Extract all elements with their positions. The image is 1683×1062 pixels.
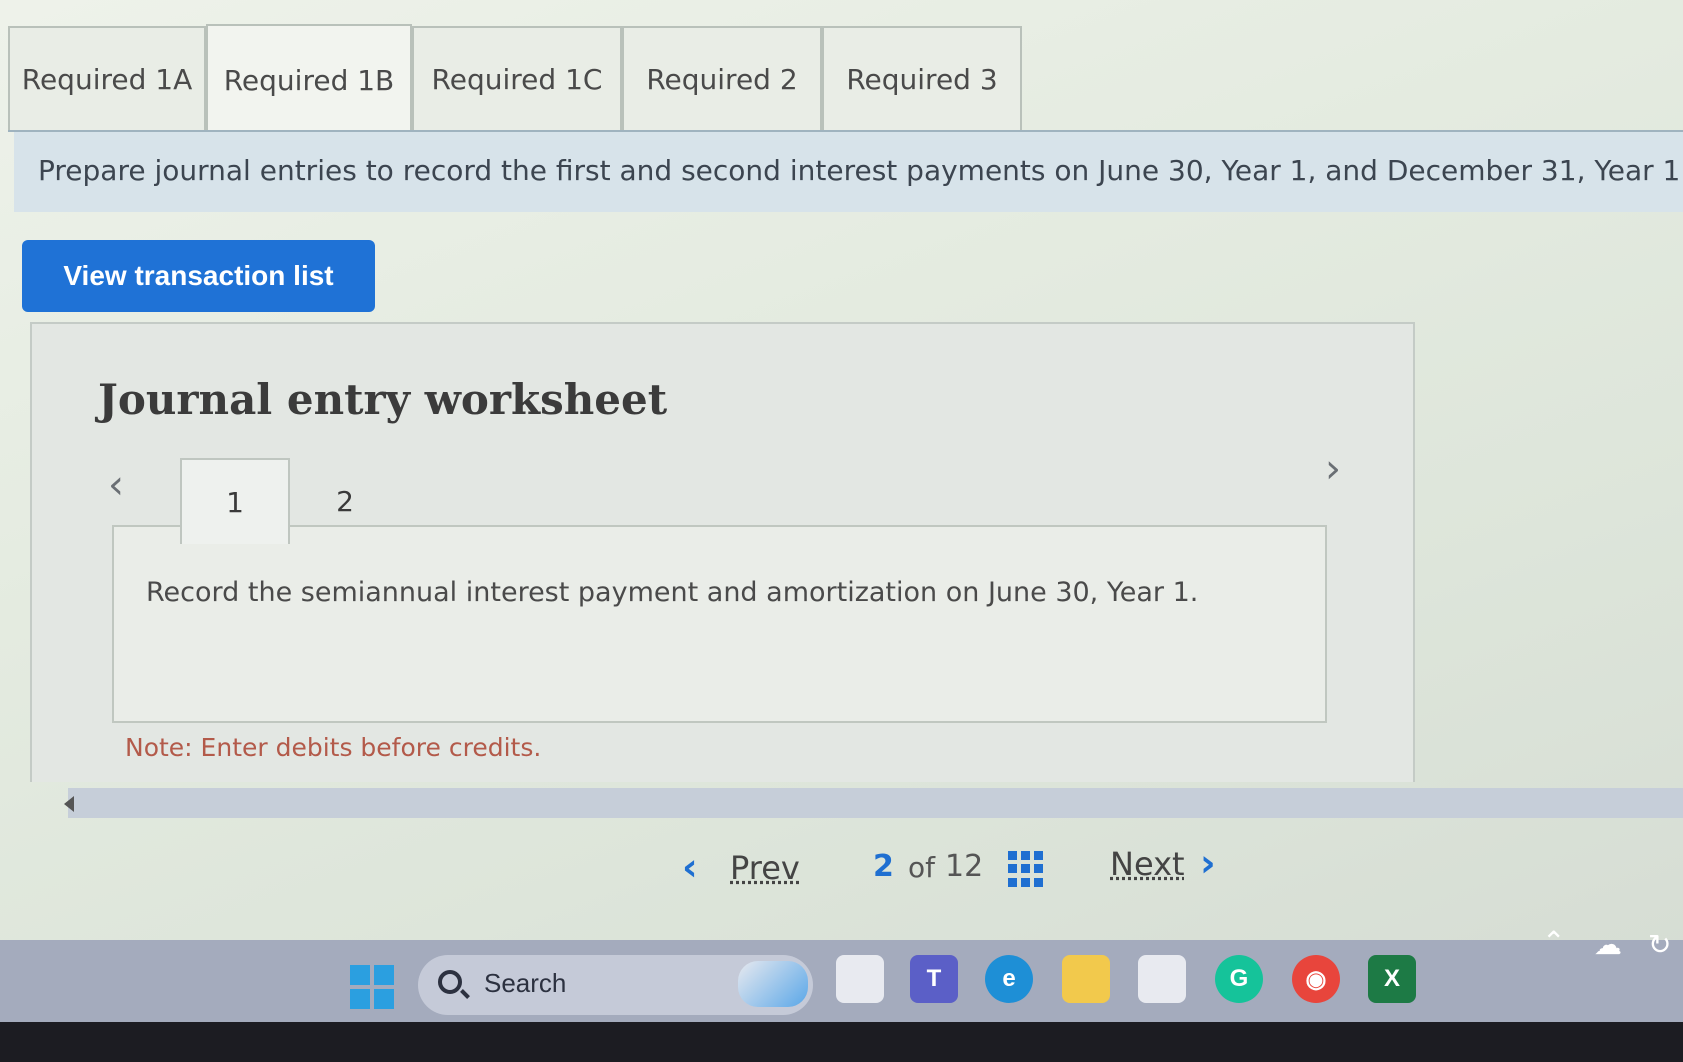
- screen-bezel: [0, 1022, 1683, 1062]
- onedrive-icon[interactable]: ☁: [1594, 928, 1622, 961]
- windows-start-icon[interactable]: [350, 965, 394, 1009]
- teams-icon[interactable]: T: [910, 955, 958, 1003]
- entry-description: Record the semiannual interest payment a…: [146, 577, 1199, 608]
- next-button[interactable]: Next: [1110, 845, 1185, 883]
- tab-required-1b[interactable]: Required 1B: [206, 24, 412, 134]
- task-view-icon[interactable]: [836, 955, 884, 1003]
- pagination: ‹ Prev 2 of 12 Next ›: [0, 841, 1683, 905]
- sync-icon[interactable]: ↻: [1648, 928, 1671, 961]
- scroll-left-arrow-icon[interactable]: [64, 796, 74, 812]
- question-grid-icon[interactable]: [1008, 851, 1044, 887]
- search-icon: [438, 970, 462, 994]
- next-chevron-icon[interactable]: ›: [1200, 841, 1216, 885]
- file-explorer-icon[interactable]: [1062, 955, 1110, 1003]
- excel-icon[interactable]: X: [1368, 955, 1416, 1003]
- prev-chevron-icon[interactable]: ‹: [682, 845, 698, 889]
- tab-required-1a[interactable]: Required 1A: [8, 26, 206, 130]
- entry-description-box: Record the semiannual interest payment a…: [112, 525, 1327, 723]
- tab-required-3[interactable]: Required 3: [822, 26, 1022, 130]
- search-highlight-icon: [738, 961, 808, 1007]
- tab-required-1c[interactable]: Required 1C: [412, 26, 622, 130]
- instruction-banner: Prepare journal entries to record the fi…: [14, 132, 1683, 212]
- prev-button[interactable]: Prev: [730, 849, 800, 887]
- horizontal-scrollbar[interactable]: [68, 788, 1683, 818]
- chrome-icon[interactable]: ◉: [1292, 955, 1340, 1003]
- total-pages: 12: [945, 849, 984, 884]
- search-label: Search: [484, 968, 567, 998]
- edge-icon[interactable]: e: [985, 955, 1033, 1003]
- debits-note: Note: Enter debits before credits.: [125, 733, 542, 762]
- store-icon[interactable]: [1138, 955, 1186, 1003]
- worksheet-title: Journal entry worksheet: [98, 375, 668, 424]
- current-page: 2: [873, 849, 894, 884]
- entry-tab-1[interactable]: 1: [180, 458, 290, 544]
- view-transaction-list-button[interactable]: View transaction list: [22, 240, 375, 312]
- tab-required-2[interactable]: Required 2: [622, 26, 822, 130]
- tray-chevron-up-icon[interactable]: ⌃: [1542, 925, 1565, 958]
- taskbar-search[interactable]: Search: [418, 955, 813, 1015]
- instruction-text: Prepare journal entries to record the fi…: [38, 154, 1683, 187]
- page-of-label: of: [908, 851, 935, 884]
- grammarly-icon[interactable]: G: [1215, 955, 1263, 1003]
- requirement-tabs: Required 1A Required 1B Required 1C Requ…: [8, 22, 1683, 134]
- chevron-left-icon[interactable]: ‹: [108, 462, 124, 508]
- chevron-right-icon[interactable]: ›: [1325, 446, 1341, 492]
